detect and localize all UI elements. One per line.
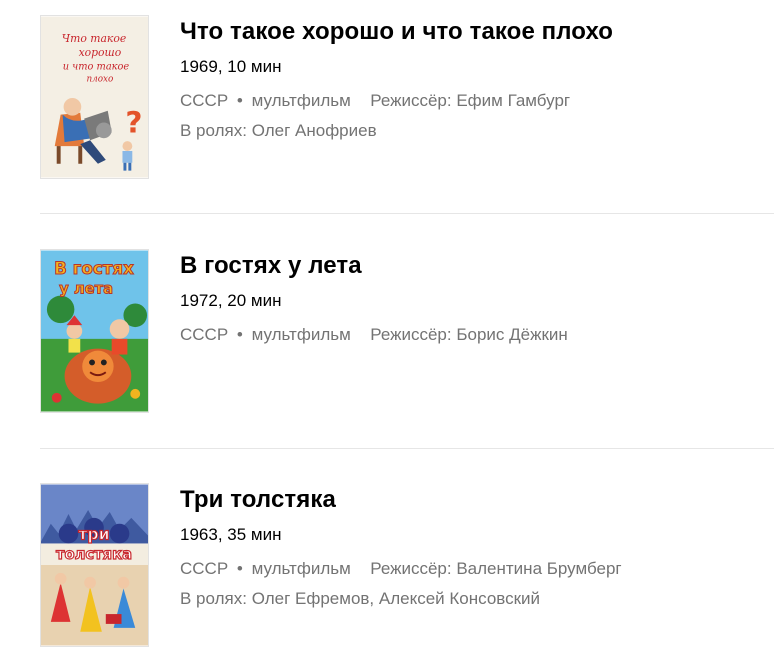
cast-names: Олег Анофриев [251,121,377,140]
film-director: Борис Дёжкин [456,325,568,344]
film-genre: мультфильм [251,325,351,344]
film-poster[interactable]: три толстяка [40,483,149,647]
film-poster[interactable]: Что такое хорошо и что такое плохо ? [40,15,149,179]
film-title[interactable]: Три толстяка [180,485,770,515]
poster-text: плохо [86,74,113,84]
film-title[interactable]: В гостях у лета [180,251,770,281]
film-item: В гостях у лета В гостях у лета 1972, 20… [0,234,774,434]
film-year-duration: 1963, 35 мин [180,525,282,544]
poster-text: толстяка [56,546,132,563]
film-director: Ефим Гамбург [456,91,571,110]
poster-text: хорошо [79,46,122,59]
film-country: СССР [180,559,229,578]
film-meta: СССР • мультфильм Режиссёр: Борис Дёжкин [180,324,770,346]
film-year-duration: 1969, 10 мин [180,57,282,76]
director-label: Режиссёр: [370,559,452,578]
film-poster[interactable]: В гостях у лета [40,249,149,413]
film-country: СССР [180,325,229,344]
poster-text: три [78,524,109,543]
meta-separator: • [236,325,243,344]
poster-image: В гостях у лета [41,250,148,412]
film-country: СССР [180,91,229,110]
film-info: Что такое хорошо и что такое плохо 1969,… [180,17,770,142]
svg-text:?: ? [125,105,142,139]
poster-text: у лета [59,281,113,298]
film-director: Валентина Брумберг [456,559,622,578]
meta-separator: • [236,91,243,110]
poster-image: Что такое хорошо и что такое плохо ? [41,16,148,178]
poster-text: и что такое [63,62,130,73]
film-item: три толстяка Три толстяка 1963, 35 мин С… [0,468,774,668]
film-cast: В ролях: Олег Анофриев [180,120,770,142]
cast-label: В ролях: [180,121,247,140]
cast-label: В ролях: [180,589,247,608]
film-meta: СССР • мультфильм Режиссёр: Ефим Гамбург [180,90,770,112]
film-title[interactable]: Что такое хорошо и что такое плохо [180,17,770,47]
poster-text: Что такое [62,32,126,45]
film-item: Что такое хорошо и что такое плохо ? Что… [0,0,774,200]
director-label: Режиссёр: [370,325,452,344]
director-label: Режиссёр: [370,91,452,110]
film-info: Три толстяка 1963, 35 мин СССР • мультфи… [180,485,770,610]
film-genre: мультфильм [251,559,351,578]
film-year-duration: 1972, 20 мин [180,291,282,310]
divider [40,448,774,449]
film-cast: В ролях: Олег Ефремов, Алексей Консовски… [180,588,770,610]
divider [40,213,774,214]
meta-separator: • [236,559,243,578]
film-genre: мультфильм [251,91,351,110]
film-meta: СССР • мультфильм Режиссёр: Валентина Бр… [180,558,770,580]
poster-text: В гостях [54,259,134,278]
poster-image: три толстяка [41,484,148,646]
film-info: В гостях у лета 1972, 20 мин СССР • муль… [180,251,770,346]
cast-names: Олег Ефремов, Алексей Консовский [251,589,541,608]
